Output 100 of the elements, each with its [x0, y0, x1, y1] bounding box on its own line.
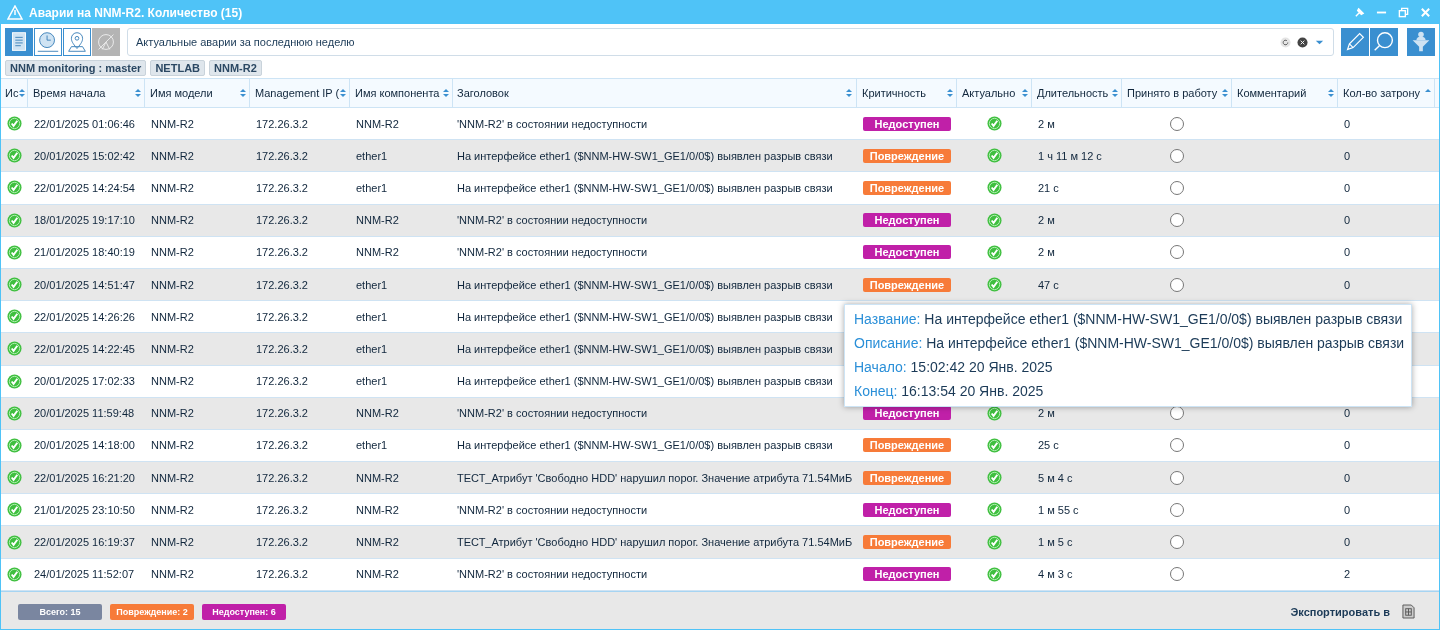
column-header[interactable]: Комментарий	[1232, 79, 1338, 107]
severity-badge: Повреждение	[863, 277, 951, 292]
table-cell-text: На интерфейсе ether1 ($NNM-HW-SW1_GE1/0/0$) выявлен разрыв связи	[456, 180, 834, 196]
table-cell-text: 'NNM-R2' в состоянии недоступности	[456, 502, 649, 518]
accepted-radio[interactable]	[1170, 502, 1184, 517]
table-cell-text: 2 м	[1037, 406, 1056, 422]
sort-icon[interactable]	[135, 88, 141, 98]
accepted-radio[interactable]	[1170, 567, 1184, 582]
column-header[interactable]: Заголовок	[453, 79, 857, 107]
table-cell-text: 18/01/2025 19:17:10	[33, 213, 136, 229]
column-header[interactable]: Принято в работу	[1122, 79, 1232, 107]
clear-icon[interactable]	[1297, 36, 1308, 48]
refresh-icon[interactable]	[1280, 36, 1291, 48]
accepted-radio[interactable]	[1170, 116, 1184, 131]
table-cell-text: На интерфейсе ether1 ($NNM-HW-SW1_GE1/0/0$) выявлен разрыв связи	[456, 148, 834, 164]
accepted-radio[interactable]	[1170, 245, 1184, 260]
severity-badge: Повреждение	[863, 148, 951, 163]
column-header[interactable]: Ис	[1, 79, 28, 107]
accepted-radio[interactable]	[1170, 470, 1184, 485]
table-cell-text: 22/01/2025 16:21:20	[33, 470, 136, 486]
table-cell-text: 172.26.3.2	[255, 245, 309, 261]
severity-badge: Недоступен	[863, 213, 951, 228]
table-cell-text: 20/01/2025 14:18:00	[33, 438, 136, 454]
accepted-radio[interactable]	[1170, 277, 1184, 292]
table-cell-text: 0	[1343, 116, 1352, 132]
column-header[interactable]: Management IP (	[250, 79, 350, 107]
table-cell-text: 172.26.3.2	[255, 374, 309, 390]
table-cell-text: 172.26.3.2	[255, 470, 309, 486]
table-cell-text: NNM-R2	[150, 148, 195, 164]
accepted-radio[interactable]	[1170, 535, 1184, 550]
sort-icon[interactable]	[1222, 88, 1228, 98]
table-cell-text: 21/01/2025 23:10:50	[33, 502, 136, 518]
sort-icon[interactable]	[443, 88, 449, 98]
table-cell-text: 1 м 55 с	[1037, 502, 1080, 518]
column-header[interactable]: Имя компонента	[350, 79, 453, 107]
close-icon[interactable]	[1420, 7, 1431, 18]
summary-badge: Недоступен: 6	[202, 603, 286, 620]
column-header[interactable]: Длительность	[1032, 79, 1122, 107]
sort-icon[interactable]	[1112, 88, 1118, 98]
severity-badge: Недоступен	[863, 502, 951, 517]
column-header[interactable]: Время начала	[28, 79, 145, 107]
check-circle-icon	[7, 116, 22, 132]
accepted-radio[interactable]	[1170, 213, 1184, 228]
sort-icon[interactable]	[1022, 88, 1028, 98]
table-cell-text: ether1	[355, 277, 389, 293]
table-cell-text: 172.26.3.2	[255, 309, 309, 325]
map-pin-icon[interactable]	[63, 28, 91, 56]
table-cell-text: NNM-R2	[150, 309, 195, 325]
sort-icon[interactable]	[340, 88, 347, 98]
check-circle-icon	[7, 502, 22, 518]
table-cell-text: 20/01/2025 17:02:33	[33, 374, 136, 390]
column-header[interactable]: Актуально	[957, 79, 1032, 107]
table-cell-text: 21/01/2025 18:40:19	[33, 245, 136, 261]
table-cell-text: 0	[1343, 535, 1352, 551]
severity-badge: Недоступен	[863, 245, 951, 260]
check-circle-icon	[7, 437, 22, 453]
accepted-radio[interactable]	[1170, 180, 1184, 195]
table-cell-text: 'NNM-R2' в состоянии недоступности	[456, 245, 649, 261]
severity-badge: Недоступен	[863, 567, 951, 582]
sort-icon[interactable]	[19, 88, 26, 98]
clock-icon[interactable]	[34, 28, 62, 56]
table-cell-text: На интерфейсе ether1 ($NNM-HW-SW1_GE1/0/0$) выявлен разрыв связи	[456, 277, 834, 293]
table-cell-text: NNM-R2	[150, 567, 195, 583]
table-cell-text: 'NNM-R2' в состоянии недоступности	[456, 406, 649, 422]
severity-badge: Повреждение	[863, 535, 951, 550]
sort-icon[interactable]	[846, 88, 852, 98]
table-cell-text: 24/01/2025 11:52:07	[33, 567, 136, 583]
table-cell-text: 22/01/2025 16:19:37	[33, 535, 136, 551]
sort-icon[interactable]	[1328, 88, 1334, 98]
filter-field[interactable]: Актуальные аварии за последнюю неделю	[127, 28, 1334, 56]
table-cell-text: NNM-R2	[355, 567, 400, 583]
check-circle-icon	[7, 534, 22, 550]
column-header[interactable]: Кол-во затрону	[1338, 79, 1435, 107]
table-cell-text: 21 с	[1037, 180, 1060, 196]
export-link[interactable]: Экспортировать в	[1290, 605, 1390, 618]
summary-badge: Всего: 15	[18, 603, 102, 620]
search-icon[interactable]	[1370, 28, 1398, 56]
table-cell-text: 'NNM-R2' в состоянии недоступности	[456, 213, 649, 229]
sort-icon[interactable]	[947, 88, 953, 98]
accepted-radio[interactable]	[1170, 438, 1184, 453]
sort-icon[interactable]	[240, 88, 246, 98]
column-header[interactable]: Критичность	[857, 79, 957, 107]
tooltip-line: Название: На интерфейсе ether1 ($NNM-HW-SW1_GE1/0/0$) выявлен разрыв связи	[854, 310, 1404, 329]
table-cell-text: ether1	[355, 374, 389, 390]
table-cell-text: 0	[1343, 470, 1352, 486]
table-cell-text: NNM-R2	[150, 245, 195, 261]
filter-user-icon[interactable]	[1407, 28, 1435, 56]
spreadsheet-icon[interactable]	[1402, 604, 1415, 620]
table-cell-text: NNM-R2	[150, 180, 195, 196]
column-header[interactable]: Имя модели	[145, 79, 250, 107]
table-cell-text: NNM-R2	[150, 277, 195, 293]
check-circle-icon	[7, 148, 22, 164]
pencil-icon[interactable]	[1341, 28, 1369, 56]
table-cell-text: 4 м 3 с	[1037, 567, 1074, 583]
document-icon[interactable]	[5, 28, 33, 56]
accepted-radio[interactable]	[1170, 148, 1184, 163]
table-cell-text: ether1	[355, 341, 389, 357]
table-cell-text: 2 м	[1037, 116, 1056, 132]
restore-icon[interactable]	[1398, 7, 1409, 18]
check-circle-icon	[7, 309, 22, 325]
